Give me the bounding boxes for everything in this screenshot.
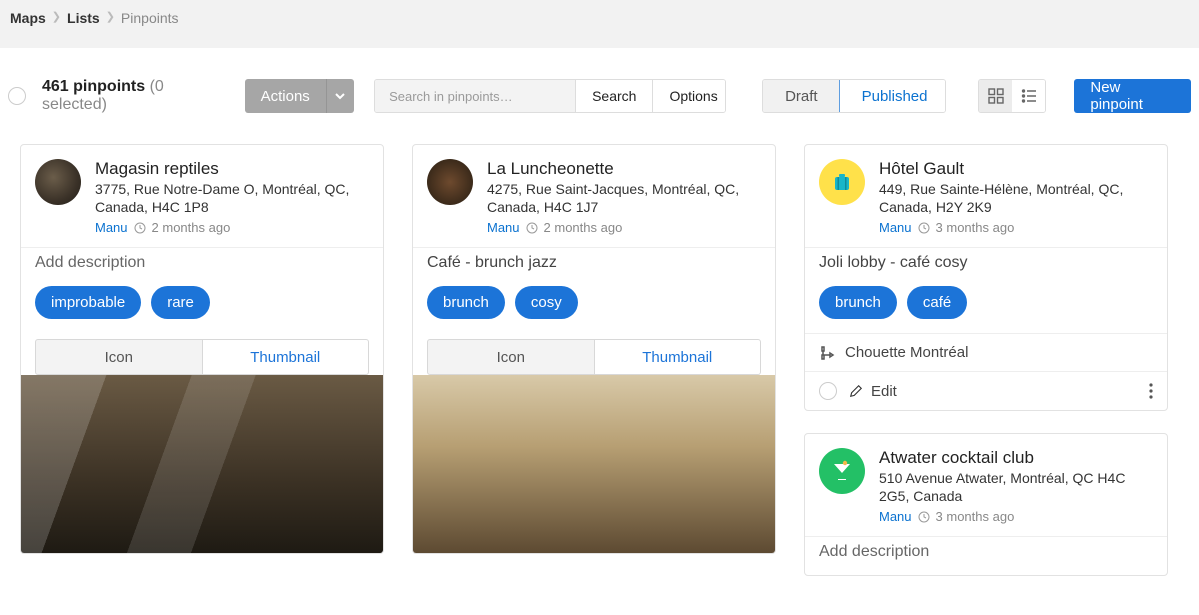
pinpoint-card[interactable]: Atwater cocktail club 510 Avenue Atwater…: [804, 433, 1168, 576]
tab-thumbnail[interactable]: Thumbnail: [595, 339, 762, 375]
author-link[interactable]: Manu: [879, 509, 912, 524]
tag-pill[interactable]: improbable: [35, 286, 141, 319]
pinpoint-title: Atwater cocktail club: [879, 448, 1153, 468]
thumbnail-tab-toggle: Icon Thumbnail: [35, 339, 369, 375]
select-checkbox[interactable]: [819, 382, 837, 400]
actions-button[interactable]: Actions: [245, 79, 327, 113]
actions-dropdown[interactable]: Actions: [245, 79, 355, 113]
search-group: Search Options: [374, 79, 726, 113]
options-button[interactable]: Options: [652, 80, 726, 112]
crumb-maps[interactable]: Maps: [10, 10, 46, 26]
author-link[interactable]: Manu: [487, 220, 520, 235]
count-number: 461: [42, 78, 69, 95]
edit-row: Edit: [805, 371, 1167, 410]
tag-pill[interactable]: brunch: [427, 286, 505, 319]
more-menu-icon[interactable]: [1149, 383, 1153, 399]
tab-thumbnail[interactable]: Thumbnail: [203, 339, 370, 375]
clock-icon: [134, 222, 146, 234]
status-published[interactable]: Published: [839, 79, 946, 113]
parent-list-row[interactable]: Chouette Montréal: [805, 333, 1167, 371]
clock-icon: [918, 222, 930, 234]
tag-pill[interactable]: cosy: [515, 286, 578, 319]
tag-pill[interactable]: café: [907, 286, 967, 319]
tags-row: brunch café: [805, 286, 1167, 333]
timestamp: 3 months ago: [936, 220, 1015, 235]
thumbnail-image: [413, 375, 775, 553]
crumb-lists[interactable]: Lists: [67, 10, 100, 26]
status-draft[interactable]: Draft: [763, 80, 840, 112]
cards-grid: Magasin reptiles 3775, Rue Notre-Dame O,…: [0, 144, 1199, 576]
select-all-checkbox[interactable]: [8, 87, 26, 105]
tag-pill[interactable]: brunch: [819, 286, 897, 319]
pinpoint-card[interactable]: Magasin reptiles 3775, Rue Notre-Dame O,…: [20, 144, 384, 554]
pinpoint-address: 4275, Rue Saint-Jacques, Montréal, QC, C…: [487, 181, 761, 216]
clock-icon: [918, 511, 930, 523]
thumbnail-image: [21, 375, 383, 553]
pinpoint-card[interactable]: Hôtel Gault 449, Rue Sainte-Hélène, Mont…: [804, 144, 1168, 411]
tags-row: improbable rare: [21, 286, 383, 333]
view-mode-group: [978, 79, 1046, 113]
pinpoint-address: 449, Rue Sainte-Hélène, Montréal, QC, Ca…: [879, 181, 1153, 216]
description-text[interactable]: Add description: [805, 536, 1167, 575]
timestamp: 2 months ago: [152, 220, 231, 235]
suitcase-icon: [819, 159, 865, 205]
chevron-right-icon: ❯: [106, 10, 115, 23]
list-view-icon[interactable]: [1012, 80, 1045, 112]
count-noun: pinpoints: [73, 78, 145, 95]
grid-view-icon[interactable]: [979, 80, 1012, 112]
pencil-icon: [849, 384, 863, 398]
cocktail-icon: [819, 448, 865, 494]
pinpoint-avatar-icon: [35, 159, 81, 205]
pinpoint-title: Hôtel Gault: [879, 159, 1153, 179]
description-text[interactable]: Add description: [21, 247, 383, 286]
parent-list-name: Chouette Montréal: [845, 344, 968, 361]
tab-icon[interactable]: Icon: [427, 339, 595, 375]
thumbnail-tab-toggle: Icon Thumbnail: [427, 339, 761, 375]
pinpoint-address: 3775, Rue Notre-Dame O, Montréal, QC, Ca…: [95, 181, 369, 216]
author-link[interactable]: Manu: [95, 220, 128, 235]
pinpoint-address: 510 Avenue Atwater, Montréal, QC H4C 2G5…: [879, 470, 1153, 505]
author-link[interactable]: Manu: [879, 220, 912, 235]
pinpoint-avatar-icon: [427, 159, 473, 205]
timestamp: 2 months ago: [544, 220, 623, 235]
tag-pill[interactable]: rare: [151, 286, 210, 319]
status-filter-group: Draft Published: [762, 79, 946, 113]
count-label: 461 pinpoints (0 selected): [42, 78, 229, 114]
pinpoint-card[interactable]: La Luncheonette 4275, Rue Saint-Jacques,…: [412, 144, 776, 554]
tags-row: brunch cosy: [413, 286, 775, 333]
breadcrumb: Maps ❯ Lists ❯ Pinpoints: [0, 0, 1199, 48]
toolbar: 461 pinpoints (0 selected) Actions Searc…: [0, 48, 1199, 144]
tab-icon[interactable]: Icon: [35, 339, 203, 375]
description-text[interactable]: Café - brunch jazz: [413, 247, 775, 286]
chevron-down-icon[interactable]: [327, 79, 354, 113]
pinpoint-title: Magasin reptiles: [95, 159, 369, 179]
edit-button[interactable]: Edit: [871, 383, 897, 400]
search-button[interactable]: Search: [575, 80, 652, 112]
pinpoint-title: La Luncheonette: [487, 159, 761, 179]
list-icon: [819, 345, 835, 361]
description-text[interactable]: Joli lobby - café cosy: [805, 247, 1167, 286]
search-input[interactable]: [375, 80, 575, 112]
chevron-right-icon: ❯: [52, 10, 61, 23]
new-pinpoint-button[interactable]: New pinpoint: [1074, 79, 1191, 113]
timestamp: 3 months ago: [936, 509, 1015, 524]
crumb-pinpoints: Pinpoints: [121, 10, 179, 26]
clock-icon: [526, 222, 538, 234]
